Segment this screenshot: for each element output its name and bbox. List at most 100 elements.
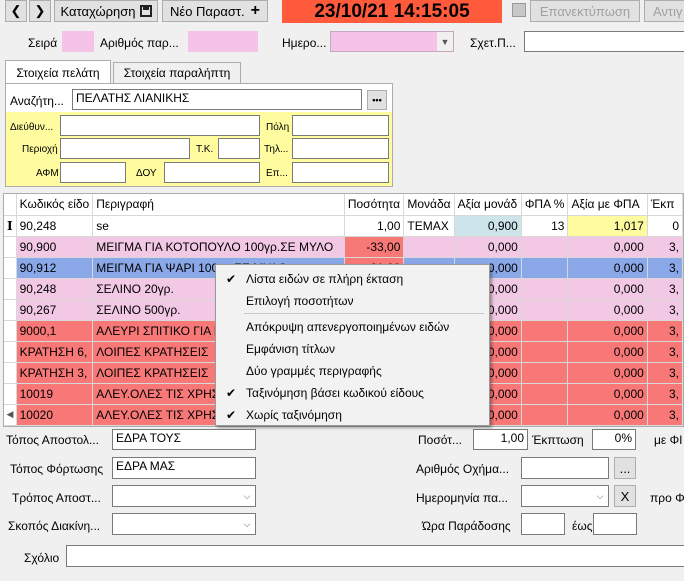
entry-discount-cell[interactable]: 0: [647, 215, 683, 237]
column-header-vat[interactable]: ΦΠΑ %: [521, 194, 569, 216]
context-menu-item[interactable]: ✔ Λίστα ειδών σε πλήρη έκταση: [216, 268, 489, 290]
cell-value-vat[interactable]: 0,000: [567, 362, 648, 384]
customer-lookup-button[interactable]: •••: [367, 90, 387, 110]
cell-discount[interactable]: 3,: [647, 404, 683, 426]
cell-vat[interactable]: [521, 362, 569, 384]
column-header-value-vat[interactable]: Αξία με ΦΠΑ: [567, 194, 648, 216]
cell-code[interactable]: 10020: [16, 404, 94, 426]
cell-quantity[interactable]: -33,00: [344, 236, 405, 258]
cell-value-vat[interactable]: 0,000: [567, 341, 648, 363]
column-header-unit[interactable]: Μονάδα: [403, 194, 455, 216]
cell-discount[interactable]: 3,: [647, 236, 683, 258]
cell-value-vat[interactable]: 0,000: [567, 236, 648, 258]
delivery-date-picker[interactable]: ⌵: [521, 485, 609, 507]
reprint-button[interactable]: Επανεκτύπωση: [530, 0, 640, 22]
series-input[interactable]: [62, 31, 94, 52]
shipping-method-select[interactable]: ⌵: [112, 485, 256, 507]
vehicle-lookup-button[interactable]: ...: [614, 457, 636, 479]
afm-input[interactable]: [60, 162, 126, 183]
context-menu-item[interactable]: ✔ Ταξινόμηση βάσει κωδικού είδους: [216, 382, 489, 404]
clear-date-button[interactable]: X: [614, 485, 636, 507]
back-button[interactable]: ❮: [5, 0, 27, 22]
purpose-select[interactable]: ⌵: [112, 513, 256, 535]
cell-code[interactable]: 9000,1: [16, 320, 94, 342]
cell-discount[interactable]: 3,: [647, 383, 683, 405]
comment-input[interactable]: [66, 545, 684, 567]
cell-vat[interactable]: [521, 236, 569, 258]
cell-vat[interactable]: [521, 383, 569, 405]
cell-value-vat[interactable]: 0,000: [567, 257, 648, 279]
area-input[interactable]: [60, 138, 190, 159]
context-menu-item[interactable]: Απόκρυψη απενεργοποιημένων ειδών: [216, 316, 489, 338]
cell-value-vat[interactable]: 0,000: [567, 383, 648, 405]
date-picker[interactable]: ▼: [330, 31, 454, 52]
entry-code-cell[interactable]: 90,248: [16, 215, 94, 237]
tab-customer[interactable]: Στοιχεία πελάτη: [5, 60, 111, 84]
cell-value-vat[interactable]: 0,000: [567, 320, 648, 342]
cell-discount[interactable]: 3,: [647, 341, 683, 363]
vehicle-number-input[interactable]: [521, 457, 609, 479]
entry-unit-value-cell[interactable]: 0,900: [454, 215, 522, 237]
cell-unit-value[interactable]: 0,000: [454, 236, 522, 258]
delivery-time-from-input[interactable]: [521, 513, 565, 535]
cell-vat[interactable]: [521, 278, 569, 300]
doy-input[interactable]: [164, 162, 260, 183]
delivery-time-to-input[interactable]: [593, 513, 637, 535]
entry-quantity-cell[interactable]: 1,00: [344, 215, 405, 237]
cell-code[interactable]: 90,912: [16, 257, 94, 279]
tab-recipient[interactable]: Στοιχεία παραλήπτη: [113, 62, 241, 83]
discount-input[interactable]: 0%: [592, 429, 636, 450]
entry-unit-cell[interactable]: TEMAX: [403, 215, 455, 237]
copy-button[interactable]: Αντιγ: [644, 0, 684, 22]
column-header-unit-value[interactable]: Αξία μονάδ: [454, 194, 522, 216]
cell-code[interactable]: ΚΡΑΤΗΣΗ 6,: [16, 341, 94, 363]
cell-discount[interactable]: 3,: [647, 278, 683, 300]
context-menu-item[interactable]: Εμφάνιση τίτλων: [216, 338, 489, 360]
context-menu-item[interactable]: Επιλογή ποσοτήτων: [216, 290, 489, 312]
city-input[interactable]: [292, 115, 389, 136]
table-row[interactable]: 90,900 ΜΕΙΓΜΑ ΓΙΑ ΚΟΤΟΠΟΥΛΟ 100γρ.ΣΕ ΜΥΛΟ…: [4, 236, 683, 258]
entry-description-cell[interactable]: se: [92, 215, 345, 237]
save-button[interactable]: Καταχώρηση: [54, 0, 158, 22]
quantity-input[interactable]: 1,00: [473, 429, 528, 450]
cell-value-vat[interactable]: 0,000: [567, 278, 648, 300]
scroll-left-arrow[interactable]: ◀: [4, 404, 16, 424]
column-header-description[interactable]: Περιγραφή: [92, 194, 345, 216]
cell-discount[interactable]: 3,: [647, 299, 683, 321]
address-input[interactable]: [60, 115, 260, 136]
cell-discount[interactable]: 3,: [647, 257, 683, 279]
column-header-code[interactable]: Κωδικός είδο: [16, 194, 94, 216]
cell-code[interactable]: 90,900: [16, 236, 94, 258]
cell-vat[interactable]: [521, 320, 569, 342]
cell-value-vat[interactable]: 0,000: [567, 299, 648, 321]
cell-code[interactable]: 90,267: [16, 299, 94, 321]
cell-vat[interactable]: [521, 404, 569, 426]
document-number-input[interactable]: [188, 31, 258, 52]
column-header-discount[interactable]: Έκπ: [647, 194, 683, 216]
phone-input[interactable]: [292, 138, 389, 159]
cell-discount[interactable]: 3,: [647, 362, 683, 384]
entry-vat-cell[interactable]: 13: [521, 215, 569, 237]
zip-input[interactable]: [218, 138, 260, 159]
load-place-input[interactable]: ΕΔΡΑ ΜΑΣ: [112, 457, 256, 479]
context-menu-item[interactable]: Δύο γραμμές περιγραφής: [216, 360, 489, 382]
cell-value-vat[interactable]: 0,000: [567, 404, 648, 426]
cell-code[interactable]: ΚΡΑΤΗΣΗ 3,: [16, 362, 94, 384]
customer-search-input[interactable]: ΠΕΛΑΤΗΣ ΛΙΑΝΙΚΗΣ: [72, 89, 362, 110]
forward-button[interactable]: ❯: [29, 0, 51, 22]
cell-vat[interactable]: [521, 341, 569, 363]
profession-input[interactable]: [292, 162, 389, 183]
cell-vat[interactable]: [521, 299, 569, 321]
dispatch-place-input[interactable]: ΕΔΡΑ ΤΟΥΣ: [112, 429, 256, 450]
cell-unit[interactable]: [403, 236, 455, 258]
context-menu-item[interactable]: ✔ Χωρίς ταξινόμηση: [216, 404, 489, 426]
new-document-button[interactable]: Νέο Παραστ. +: [162, 0, 268, 22]
cell-code[interactable]: 90,248: [16, 278, 94, 300]
related-doc-input[interactable]: [524, 31, 684, 52]
cell-code[interactable]: 10019: [16, 383, 94, 405]
entry-value-vat-cell[interactable]: 1,017: [567, 215, 648, 237]
cell-description[interactable]: ΜΕΙΓΜΑ ΓΙΑ ΚΟΤΟΠΟΥΛΟ 100γρ.ΣΕ ΜΥΛΟ: [92, 236, 345, 258]
column-header-quantity[interactable]: Ποσότητα: [344, 194, 405, 216]
cell-discount[interactable]: 3,: [647, 320, 683, 342]
cell-vat[interactable]: [521, 257, 569, 279]
